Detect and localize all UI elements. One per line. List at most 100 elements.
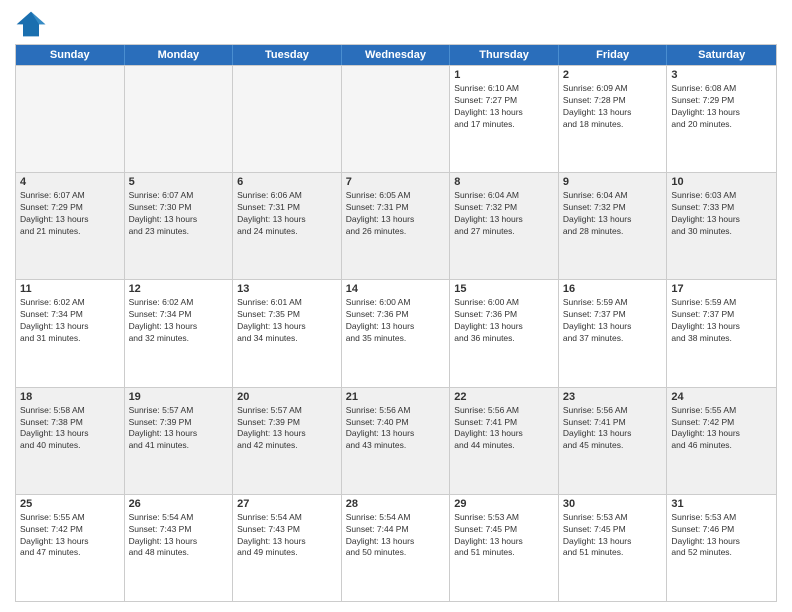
week-row-4: 18 Sunrise: 5:58 AM Sunset: 7:38 PM Dayli…: [16, 387, 776, 494]
day-number: 17: [671, 283, 772, 295]
logo-icon: [15, 10, 47, 38]
day-cell: 4 Sunrise: 6:07 AM Sunset: 7:29 PM Daylig…: [16, 173, 125, 279]
day-header-wednesday: Wednesday: [342, 45, 451, 65]
day-cell: 13 Sunrise: 6:01 AM Sunset: 7:35 PM Dayli…: [233, 280, 342, 386]
day-info: Sunrise: 5:56 AM Sunset: 7:41 PM Dayligh…: [454, 405, 554, 453]
day-info: Sunrise: 5:56 AM Sunset: 7:41 PM Dayligh…: [563, 405, 663, 453]
day-info: Sunrise: 6:01 AM Sunset: 7:35 PM Dayligh…: [237, 297, 337, 345]
day-number: 29: [454, 498, 554, 510]
day-header-friday: Friday: [559, 45, 668, 65]
day-number: 14: [346, 283, 446, 295]
day-info: Sunrise: 5:56 AM Sunset: 7:40 PM Dayligh…: [346, 405, 446, 453]
day-cell: [342, 66, 451, 172]
day-info: Sunrise: 6:07 AM Sunset: 7:29 PM Dayligh…: [20, 190, 120, 238]
day-number: 4: [20, 176, 120, 188]
day-headers: SundayMondayTuesdayWednesdayThursdayFrid…: [16, 45, 776, 65]
week-row-2: 4 Sunrise: 6:07 AM Sunset: 7:29 PM Daylig…: [16, 172, 776, 279]
day-number: 18: [20, 391, 120, 403]
day-cell: 16 Sunrise: 5:59 AM Sunset: 7:37 PM Dayli…: [559, 280, 668, 386]
day-cell: 12 Sunrise: 6:02 AM Sunset: 7:34 PM Dayli…: [125, 280, 234, 386]
header: [15, 10, 777, 38]
day-info: Sunrise: 5:53 AM Sunset: 7:45 PM Dayligh…: [563, 512, 663, 560]
day-info: Sunrise: 6:02 AM Sunset: 7:34 PM Dayligh…: [129, 297, 229, 345]
day-cell: 14 Sunrise: 6:00 AM Sunset: 7:36 PM Dayli…: [342, 280, 451, 386]
day-cell: 9 Sunrise: 6:04 AM Sunset: 7:32 PM Daylig…: [559, 173, 668, 279]
day-info: Sunrise: 6:00 AM Sunset: 7:36 PM Dayligh…: [454, 297, 554, 345]
day-number: 20: [237, 391, 337, 403]
day-header-sunday: Sunday: [16, 45, 125, 65]
day-number: 15: [454, 283, 554, 295]
day-cell: 3 Sunrise: 6:08 AM Sunset: 7:29 PM Daylig…: [667, 66, 776, 172]
day-info: Sunrise: 6:00 AM Sunset: 7:36 PM Dayligh…: [346, 297, 446, 345]
day-number: 23: [563, 391, 663, 403]
day-info: Sunrise: 5:57 AM Sunset: 7:39 PM Dayligh…: [237, 405, 337, 453]
day-cell: 19 Sunrise: 5:57 AM Sunset: 7:39 PM Dayli…: [125, 388, 234, 494]
day-cell: 11 Sunrise: 6:02 AM Sunset: 7:34 PM Dayli…: [16, 280, 125, 386]
day-header-thursday: Thursday: [450, 45, 559, 65]
day-info: Sunrise: 6:10 AM Sunset: 7:27 PM Dayligh…: [454, 83, 554, 131]
weeks-container: 1 Sunrise: 6:10 AM Sunset: 7:27 PM Daylig…: [16, 65, 776, 601]
day-number: 10: [671, 176, 772, 188]
day-info: Sunrise: 6:07 AM Sunset: 7:30 PM Dayligh…: [129, 190, 229, 238]
day-cell: 7 Sunrise: 6:05 AM Sunset: 7:31 PM Daylig…: [342, 173, 451, 279]
day-info: Sunrise: 6:08 AM Sunset: 7:29 PM Dayligh…: [671, 83, 772, 131]
day-info: Sunrise: 5:55 AM Sunset: 7:42 PM Dayligh…: [20, 512, 120, 560]
day-info: Sunrise: 5:55 AM Sunset: 7:42 PM Dayligh…: [671, 405, 772, 453]
day-info: Sunrise: 6:09 AM Sunset: 7:28 PM Dayligh…: [563, 83, 663, 131]
day-number: 7: [346, 176, 446, 188]
day-info: Sunrise: 5:54 AM Sunset: 7:43 PM Dayligh…: [129, 512, 229, 560]
day-cell: 6 Sunrise: 6:06 AM Sunset: 7:31 PM Daylig…: [233, 173, 342, 279]
day-cell: 15 Sunrise: 6:00 AM Sunset: 7:36 PM Dayli…: [450, 280, 559, 386]
day-info: Sunrise: 6:06 AM Sunset: 7:31 PM Dayligh…: [237, 190, 337, 238]
day-number: 5: [129, 176, 229, 188]
day-number: 6: [237, 176, 337, 188]
day-info: Sunrise: 5:57 AM Sunset: 7:39 PM Dayligh…: [129, 405, 229, 453]
day-cell: 25Sunrise: 5:55 AM Sunset: 7:42 PM Dayli…: [16, 495, 125, 601]
day-number: 2: [563, 69, 663, 81]
day-cell: 23 Sunrise: 5:56 AM Sunset: 7:41 PM Dayli…: [559, 388, 668, 494]
day-number: 31: [671, 498, 772, 510]
day-number: 3: [671, 69, 772, 81]
day-info: Sunrise: 6:02 AM Sunset: 7:34 PM Dayligh…: [20, 297, 120, 345]
day-info: Sunrise: 5:54 AM Sunset: 7:43 PM Dayligh…: [237, 512, 337, 560]
day-number: 27: [237, 498, 337, 510]
day-cell: [233, 66, 342, 172]
day-info: Sunrise: 5:58 AM Sunset: 7:38 PM Dayligh…: [20, 405, 120, 453]
calendar: SundayMondayTuesdayWednesdayThursdayFrid…: [15, 44, 777, 602]
day-cell: 29 Sunrise: 5:53 AM Sunset: 7:45 PM Dayli…: [450, 495, 559, 601]
day-cell: 21Sunrise: 5:56 AM Sunset: 7:40 PM Dayli…: [342, 388, 451, 494]
day-number: 22: [454, 391, 554, 403]
day-cell: 24 Sunrise: 5:55 AM Sunset: 7:42 PM Dayli…: [667, 388, 776, 494]
day-number: 19: [129, 391, 229, 403]
day-cell: 8Sunrise: 6:04 AM Sunset: 7:32 PM Daylig…: [450, 173, 559, 279]
day-cell: 30Sunrise: 5:53 AM Sunset: 7:45 PM Dayli…: [559, 495, 668, 601]
day-info: Sunrise: 5:54 AM Sunset: 7:44 PM Dayligh…: [346, 512, 446, 560]
day-header-tuesday: Tuesday: [233, 45, 342, 65]
day-cell: [125, 66, 234, 172]
day-number: 28: [346, 498, 446, 510]
day-number: 11: [20, 283, 120, 295]
day-number: 26: [129, 498, 229, 510]
day-cell: 20 Sunrise: 5:57 AM Sunset: 7:39 PM Dayli…: [233, 388, 342, 494]
day-number: 1: [454, 69, 554, 81]
day-number: 9: [563, 176, 663, 188]
day-info: Sunrise: 6:04 AM Sunset: 7:32 PM Dayligh…: [563, 190, 663, 238]
day-cell: 17 Sunrise: 5:59 AM Sunset: 7:37 PM Dayli…: [667, 280, 776, 386]
day-info: Sunrise: 5:59 AM Sunset: 7:37 PM Dayligh…: [671, 297, 772, 345]
day-cell: 27 Sunrise: 5:54 AM Sunset: 7:43 PM Dayli…: [233, 495, 342, 601]
day-number: 16: [563, 283, 663, 295]
week-row-1: 1 Sunrise: 6:10 AM Sunset: 7:27 PM Daylig…: [16, 65, 776, 172]
day-cell: 10 Sunrise: 6:03 AM Sunset: 7:33 PM Dayli…: [667, 173, 776, 279]
week-row-3: 11 Sunrise: 6:02 AM Sunset: 7:34 PM Dayli…: [16, 279, 776, 386]
day-cell: 2 Sunrise: 6:09 AM Sunset: 7:28 PM Daylig…: [559, 66, 668, 172]
day-number: 12: [129, 283, 229, 295]
day-cell: 26 Sunrise: 5:54 AM Sunset: 7:43 PM Dayli…: [125, 495, 234, 601]
day-info: Sunrise: 5:59 AM Sunset: 7:37 PM Dayligh…: [563, 297, 663, 345]
day-info: Sunrise: 5:53 AM Sunset: 7:46 PM Dayligh…: [671, 512, 772, 560]
day-number: 24: [671, 391, 772, 403]
day-header-monday: Monday: [125, 45, 234, 65]
day-number: 13: [237, 283, 337, 295]
day-info: Sunrise: 5:53 AM Sunset: 7:45 PM Dayligh…: [454, 512, 554, 560]
day-info: Sunrise: 6:05 AM Sunset: 7:31 PM Dayligh…: [346, 190, 446, 238]
day-info: Sunrise: 6:03 AM Sunset: 7:33 PM Dayligh…: [671, 190, 772, 238]
